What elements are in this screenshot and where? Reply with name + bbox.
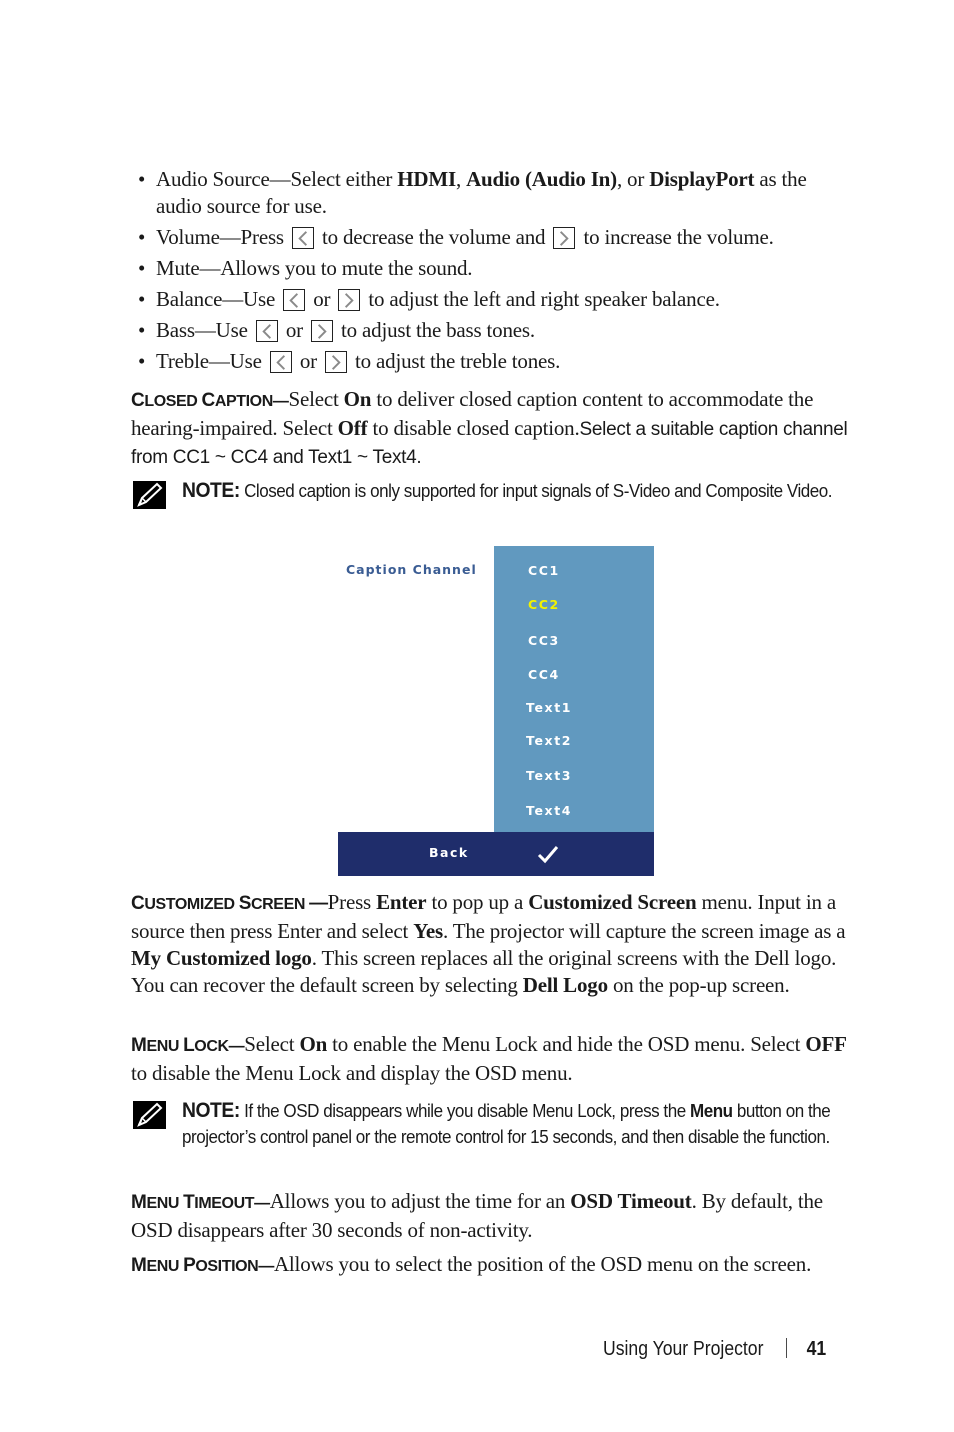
text-run: to adjust the treble tones. (349, 349, 561, 373)
text-run: to disable closed caption. (367, 416, 580, 440)
text-run: Mute—Allows you to mute the sound. (156, 256, 473, 280)
bullet-audio-source: • Audio Source—Select either HDMI, Audio … (138, 167, 807, 218)
page-footer: Using Your Projector 41 (603, 1338, 826, 1361)
caption-channel-osd-menu: Caption Channel CC1 CC2 CC3 CC4 Text1 Text2 Te… (338, 546, 654, 876)
note-closed-caption: NOTE: Closed caption is only supported f… (133, 478, 868, 509)
caption-channel-option[interactable]: Text2 (526, 733, 572, 748)
caption-channel-option[interactable]: CC2 (528, 597, 560, 612)
right-arrow-key-icon (338, 289, 361, 311)
text-run: Audio Source—Select either (156, 167, 398, 191)
bold-term: My Customized logo (131, 946, 312, 970)
text-run: or (294, 349, 322, 373)
text-run: to pop up a (426, 890, 529, 914)
bullet-volume: • Volume—Press to decrease the volume and… (138, 225, 774, 249)
menu-timeout-section: Menu Timeout—Allows you to adjust the ti… (131, 1188, 866, 1244)
bold-term: Menu (689, 1100, 733, 1121)
text-run: to increase the volume. (578, 225, 774, 249)
bold-term: Audio (Audio In) (466, 167, 617, 191)
bold-term: Customized Screen (528, 890, 697, 914)
back-button[interactable]: Back (429, 845, 469, 860)
menu-timeout-heading: Menu Timeout— (131, 1192, 270, 1213)
text-run: to enable the Menu Lock and hide the OSD… (327, 1032, 806, 1056)
bold-term: DisplayPort (649, 167, 755, 191)
text-run: Volume—Press (156, 225, 289, 249)
note-pencil-icon (133, 481, 166, 509)
caption-channel-option[interactable]: Text4 (526, 803, 572, 818)
menu-position-section: Menu Position—Allows you to select the p… (131, 1251, 891, 1280)
footer-section-title: Using Your Projector (603, 1338, 764, 1360)
text-run: to disable the Menu Lock and display the… (131, 1061, 573, 1085)
caption-channel-option[interactable]: Text3 (526, 768, 572, 783)
left-arrow-key-icon (291, 227, 314, 249)
note-text: If the OSD disappears while you disable … (182, 1100, 831, 1147)
audio-settings-list: • Audio Source—Select either HDMI, Audio … (133, 166, 853, 379)
note-label: NOTE: (182, 1099, 240, 1122)
bold-term: On (299, 1032, 328, 1056)
closed-caption-section: Closed Caption—Select On to deliver clos… (131, 386, 866, 471)
bullet-balance: • Balance—Use or to adjust the left and r… (138, 287, 720, 311)
bold-term: OSD Timeout (570, 1189, 692, 1213)
text-run: or (308, 287, 336, 311)
text-run: Bass—Use (156, 318, 253, 342)
bold-term: Off (337, 416, 368, 440)
menu-position-body: Allows you to select the position of the… (274, 1252, 811, 1276)
text-run: to adjust the bass tones. (335, 318, 535, 342)
bold-term: HDMI (397, 167, 456, 191)
closed-caption-heading: Closed Caption— (131, 390, 289, 411)
bold-term: Dell Logo (522, 973, 608, 997)
customized-screen-section: Customized Screen —Press Enter to pop up… (131, 889, 866, 999)
right-arrow-key-icon (553, 227, 576, 249)
bullet-mute: • Mute—Allows you to mute the sound. (138, 256, 473, 280)
right-arrow-key-icon (324, 351, 347, 373)
checkmark-icon[interactable] (537, 844, 559, 864)
text-run: or (280, 318, 308, 342)
text-run: . The projector will capture the screen … (442, 919, 846, 943)
note-pencil-icon (133, 1101, 166, 1129)
caption-channel-option[interactable]: CC3 (528, 633, 560, 648)
text-run: If the OSD disappears while you disable … (239, 1100, 690, 1121)
text-run: Press (327, 890, 377, 914)
text-run: Allows you to adjust the time for an (269, 1189, 571, 1213)
text-run: on the pop-up screen. (607, 973, 790, 997)
menu-lock-section: Menu Lock—Select On to enable the Menu L… (131, 1031, 866, 1087)
bullet-bass: • Bass—Use or to adjust the bass tones. (138, 318, 535, 342)
footer-divider (786, 1338, 788, 1358)
text-run: Balance—Use (156, 287, 281, 311)
text-run: , (455, 167, 467, 191)
menu-position-heading: Menu Position— (131, 1255, 274, 1276)
customized-screen-heading: Customized Screen — (131, 893, 328, 914)
note-menu-lock: NOTE: If the OSD disappears while you di… (133, 1098, 868, 1150)
caption-channel-list: CC1 CC2 CC3 CC4 Text1 Text2 Text3 Text4 (494, 546, 654, 832)
text-run: Select (288, 387, 344, 411)
right-arrow-key-icon (310, 320, 333, 342)
text-run: to decrease the volume and (316, 225, 551, 249)
osd-menu-title: Caption Channel (346, 562, 477, 577)
page-number: 41 (806, 1338, 827, 1360)
caption-channel-option[interactable]: CC4 (528, 667, 560, 682)
text-run: Select (244, 1032, 300, 1056)
caption-channel-option[interactable]: Text1 (526, 700, 572, 715)
text-run: Treble—Use (156, 349, 267, 373)
text-run: Allows you to select the position of the… (273, 1252, 812, 1276)
bold-term: OFF (805, 1032, 847, 1056)
osd-bottom-bar: Back (338, 832, 654, 876)
left-arrow-key-icon (283, 289, 306, 311)
bold-term: Enter (376, 890, 427, 914)
note-text: Closed caption is only supported for inp… (239, 480, 833, 501)
text-run: to adjust the left and right speaker bal… (363, 287, 720, 311)
text-run: , or (616, 167, 650, 191)
caption-channel-option[interactable]: CC1 (528, 563, 560, 578)
left-arrow-key-icon (255, 320, 278, 342)
menu-lock-heading: Menu Lock— (131, 1035, 245, 1056)
bold-term: Yes (413, 919, 443, 943)
bold-term: On (343, 387, 372, 411)
left-arrow-key-icon (269, 351, 292, 373)
note-label: NOTE: (182, 479, 240, 502)
bullet-treble: • Treble—Use or to adjust the treble tone… (138, 349, 561, 373)
